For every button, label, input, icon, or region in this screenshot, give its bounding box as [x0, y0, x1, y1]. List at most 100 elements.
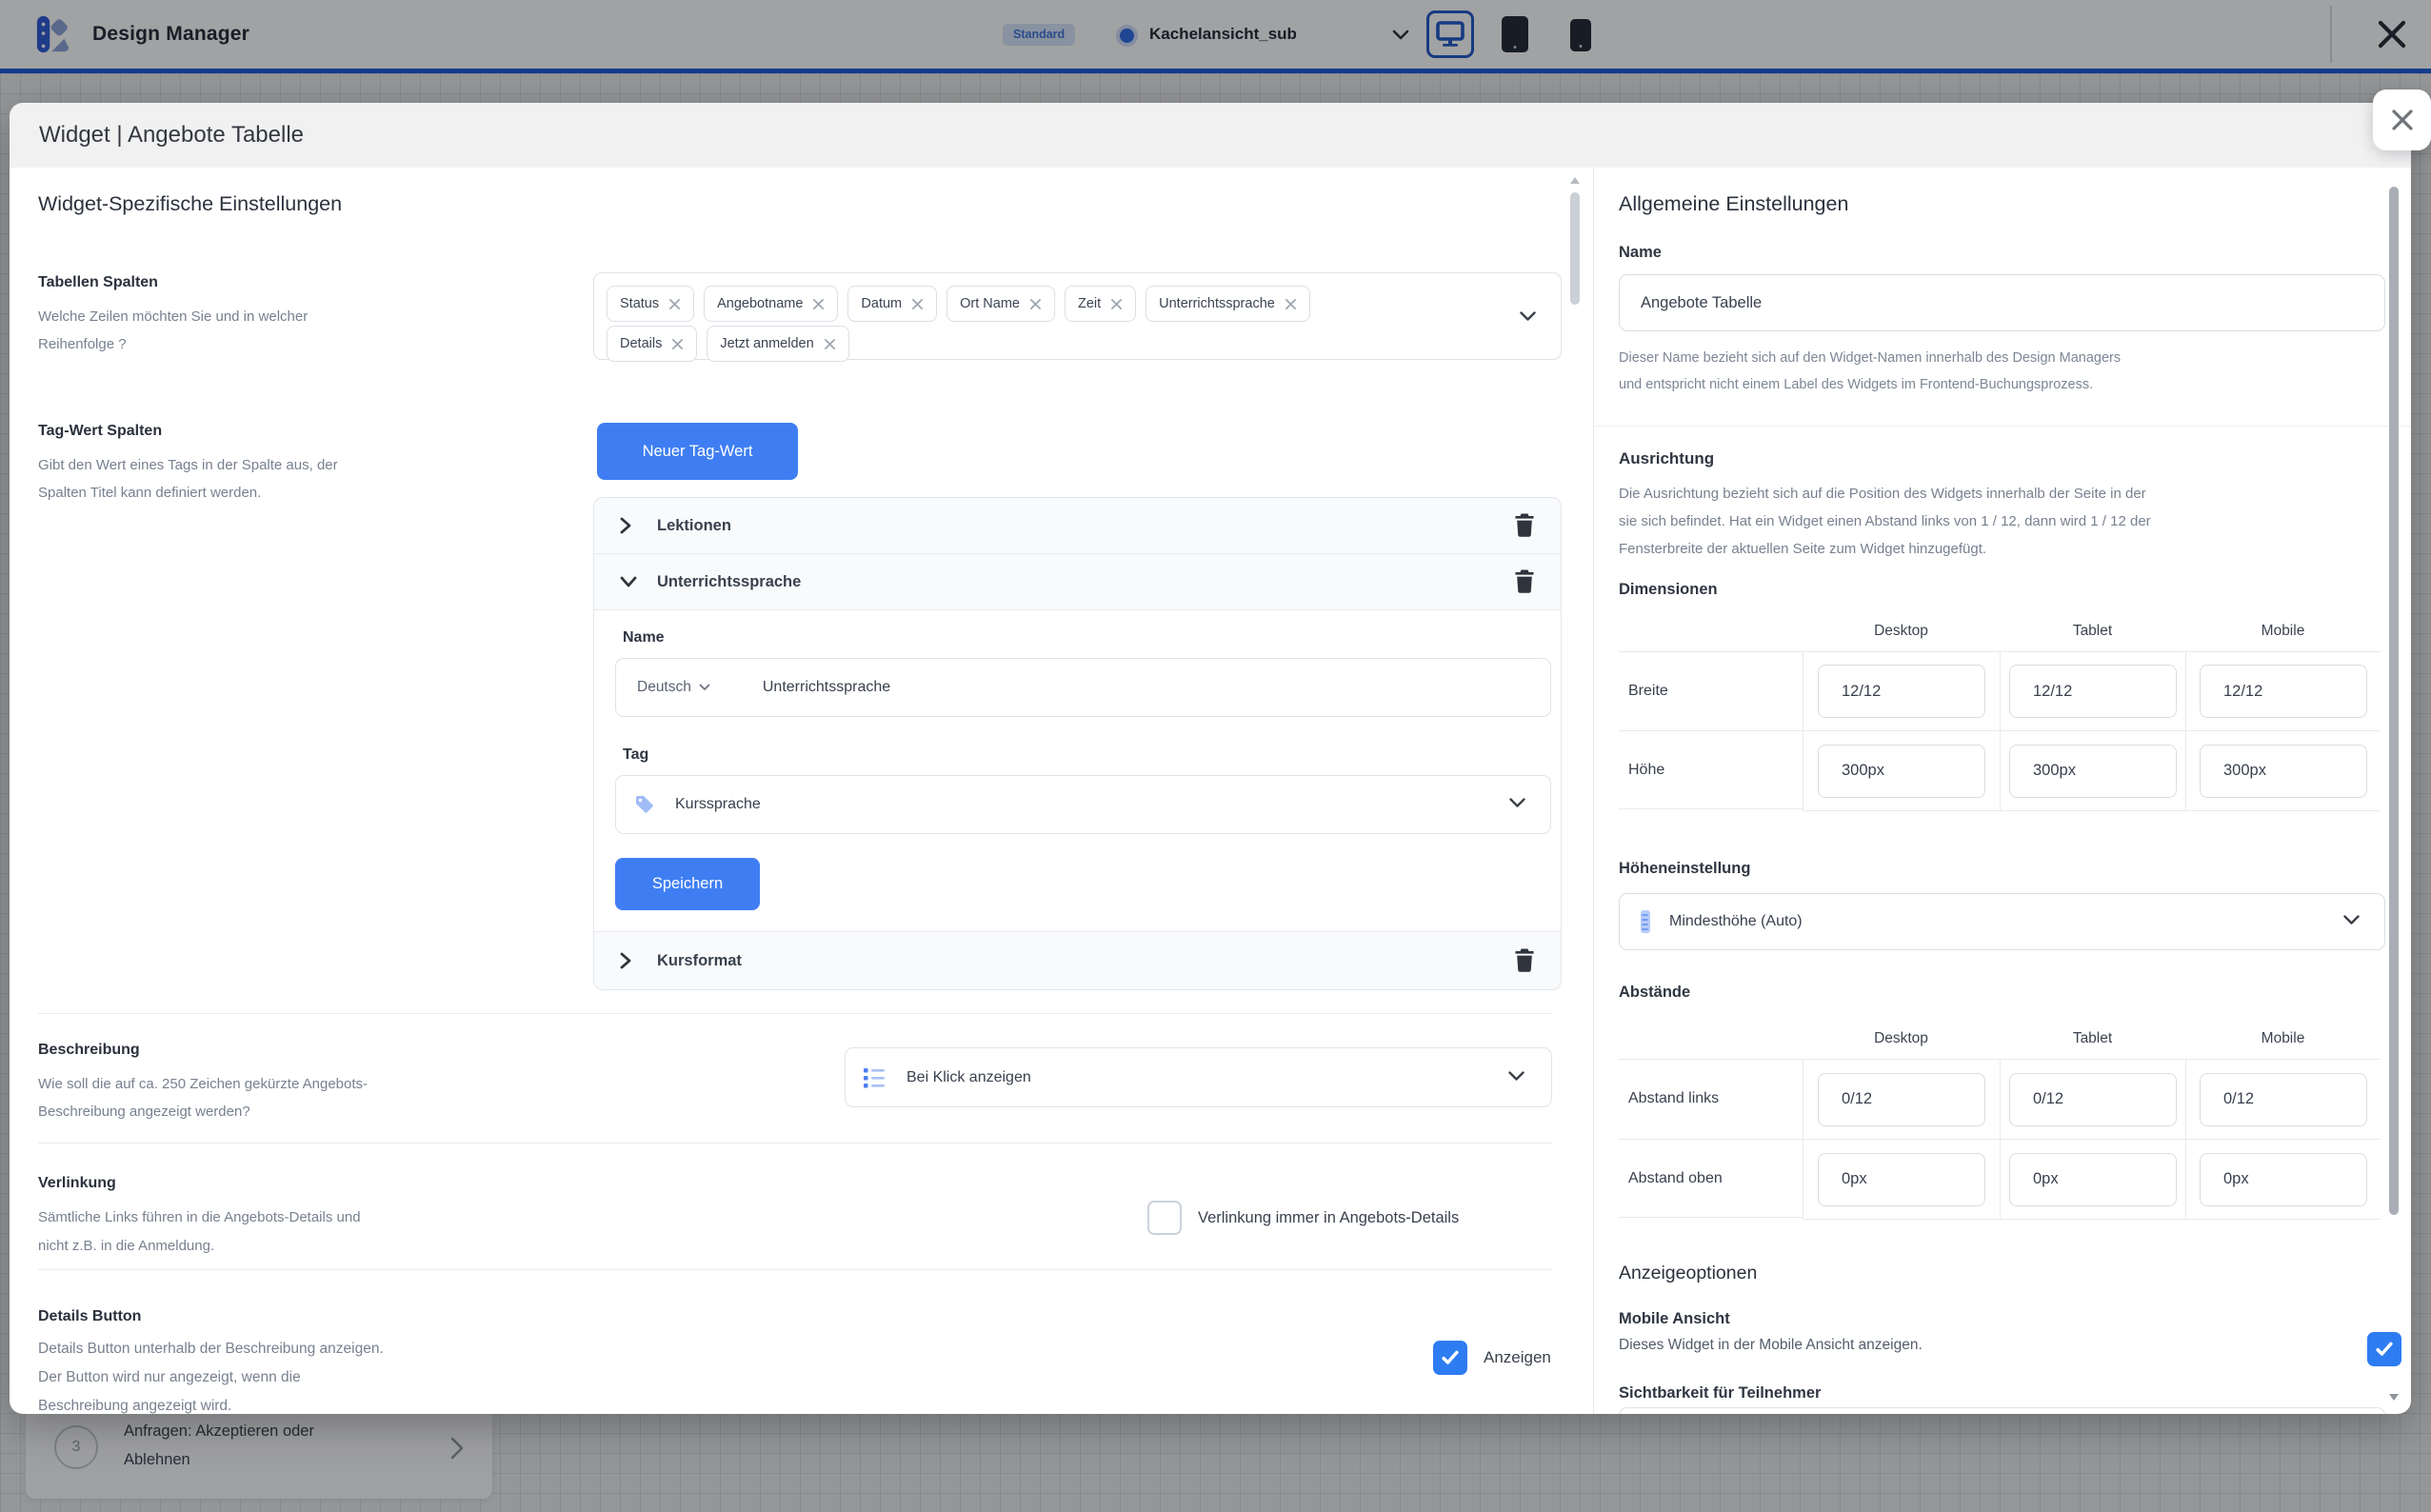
abstand-links-mobile-input[interactable]: 0/12 [2200, 1073, 2367, 1126]
scroll-down-arrow[interactable] [2389, 1394, 2399, 1401]
widget-name-label: Name [1619, 244, 1662, 262]
breite-mobile-input[interactable]: 12/12 [2200, 665, 2367, 718]
right-pane-border [1593, 168, 1594, 1414]
column-chip[interactable]: Angebotname [704, 286, 838, 322]
hoeheneinstellung-value: Mindesthöhe (Auto) [1669, 913, 1803, 930]
row-label-abstand-links: Abstand links [1619, 1059, 1803, 1138]
abstaende-title: Abstände [1619, 984, 1690, 1002]
column-chip[interactable]: Zeit [1065, 286, 1136, 322]
col-header-tablet: Tablet [2000, 1030, 2185, 1059]
save-button[interactable]: Speichern [615, 858, 760, 910]
language-selector[interactable]: Deutsch [637, 679, 710, 696]
accordion-row-lektionen[interactable]: Lektionen [594, 498, 1561, 554]
abstand-links-tablet-input[interactable]: 0/12 [2009, 1073, 2177, 1126]
tag-select[interactable]: Kurssprache [615, 775, 1551, 834]
col-header-desktop: Desktop [1803, 623, 2000, 651]
abstand-oben-tablet-input[interactable]: 0px [2009, 1153, 2177, 1206]
column-chip[interactable]: Details [607, 326, 697, 362]
tag-value-accordion: Lektionen Unterrichtssprache Name Deutsc… [593, 497, 1562, 990]
chevron-right-icon [620, 517, 631, 534]
description-select-value: Bei Klick anzeigen [907, 1069, 1031, 1086]
chevron-down-icon[interactable] [1520, 309, 1536, 327]
mobile-ansicht-title: Mobile Ansicht [1619, 1310, 1730, 1328]
remove-chip-icon[interactable] [1029, 298, 1042, 310]
col-header-tablet: Tablet [2000, 623, 2185, 651]
remove-chip-icon[interactable] [1285, 298, 1297, 310]
delete-trash-icon[interactable] [1513, 568, 1538, 595]
chevron-down-icon [620, 576, 637, 587]
scrollbar-thumb[interactable] [2389, 187, 2399, 1215]
accordion-row-kursformat[interactable]: Kursformat [594, 932, 1561, 989]
delete-trash-icon[interactable] [1513, 947, 1538, 974]
row-label-abstand-oben: Abstand oben [1619, 1139, 1803, 1218]
modal-close-button[interactable] [2373, 90, 2431, 150]
remove-chip-icon[interactable] [824, 338, 836, 350]
name-field-label: Name [623, 629, 665, 647]
widget-settings-modal: Widget | Angebote Tabelle Widget-Spezifi… [10, 103, 2411, 1414]
widget-name-input[interactable]: Angebote Tabelle [1619, 274, 2385, 331]
tag-name-value: Unterrichtssprache [763, 679, 890, 696]
anzeigeoptionen-title: Anzeigeoptionen [1619, 1263, 1757, 1284]
hoehe-tablet-input[interactable]: 300px [2009, 745, 2177, 798]
beschreibung-desc: Wie soll die auf ca. 250 Zeichen gekürzt… [38, 1070, 368, 1125]
hoeheneinstellung-label: Höheneinstellung [1619, 860, 1750, 878]
hoehe-mobile-input[interactable]: 300px [2200, 745, 2367, 798]
chevron-down-icon [2343, 913, 2360, 930]
ruler-icon [1639, 909, 1652, 934]
section-divider [38, 1013, 1552, 1014]
modal-title: Widget | Angebote Tabelle [39, 103, 304, 168]
remove-chip-icon[interactable] [671, 338, 684, 350]
tag-wert-desc: Gibt den Wert eines Tags in der Spalte a… [38, 451, 338, 507]
breite-desktop-input[interactable]: 12/12 [1818, 665, 1985, 718]
dimensionen-title: Dimensionen [1619, 581, 1718, 599]
delete-trash-icon[interactable] [1513, 512, 1538, 539]
left-pane-heading: Widget-Spezifische Einstellungen [38, 192, 342, 216]
breite-tablet-input[interactable]: 12/12 [2009, 665, 2177, 718]
abstand-oben-mobile-input[interactable]: 0px [2200, 1153, 2367, 1206]
remove-chip-icon[interactable] [812, 298, 825, 310]
hoeheneinstellung-select[interactable]: Mindesthöhe (Auto) [1619, 893, 2385, 950]
verlinkung-title: Verlinkung [38, 1175, 116, 1192]
mobile-ansicht-desc: Dieses Widget in der Mobile Ansicht anze… [1619, 1337, 1923, 1354]
column-chip[interactable]: Jetzt anmelden [707, 326, 848, 362]
remove-chip-icon[interactable] [1110, 298, 1123, 310]
sichtbarkeit-title: Sichtbarkeit für Teilnehmer [1619, 1384, 1821, 1403]
anzeigen-checkbox-label: Anzeigen [1484, 1341, 1551, 1375]
widget-name-help: Dieser Name bezieht sich auf den Widget-… [1619, 345, 2121, 398]
right-pane-scrollbar[interactable] [2388, 177, 2400, 1410]
remove-chip-icon[interactable] [668, 298, 681, 310]
tag-value-editor: Name Deutsch Unterrichtssprache Tag Kurs… [594, 610, 1561, 932]
anzeigen-checkbox[interactable] [1433, 1341, 1467, 1375]
abstand-links-desktop-input[interactable]: 0/12 [1818, 1073, 1985, 1126]
accordion-row-unterrichtssprache[interactable]: Unterrichtssprache [594, 554, 1561, 610]
tabellen-spalten-desc: Welche Zeilen möchten Sie und in welcher… [38, 303, 308, 358]
dimensionen-table: Desktop Tablet Mobile Breite 12/12 12/12… [1619, 623, 2381, 811]
table-columns-multiselect[interactable]: Status Angebotname Datum Ort Name Zeit U… [593, 272, 1562, 360]
new-tag-value-button[interactable]: Neuer Tag-Wert [597, 423, 798, 480]
column-chip[interactable]: Unterrichtssprache [1146, 286, 1310, 322]
list-icon [863, 1066, 887, 1089]
scrollbar-thumb[interactable] [1570, 192, 1580, 305]
section-divider [1594, 426, 2411, 427]
column-chip[interactable]: Ort Name [946, 286, 1055, 322]
sichtbarkeit-select-partial[interactable] [1619, 1407, 2385, 1414]
remove-chip-icon[interactable] [911, 298, 924, 310]
verlinkung-checkbox[interactable] [1147, 1201, 1182, 1235]
hoehe-desktop-input[interactable]: 300px [1818, 745, 1985, 798]
abstand-oben-desktop-input[interactable]: 0px [1818, 1153, 1985, 1206]
verlinkung-desc: Sämtliche Links führen in die Angebots-D… [38, 1204, 361, 1261]
chevron-down-icon [699, 684, 710, 691]
row-label-breite: Breite [1619, 651, 1803, 729]
column-chip[interactable]: Status [607, 286, 694, 322]
tag-name-input[interactable]: Deutsch Unterrichtssprache [615, 658, 1551, 717]
right-pane-heading: Allgemeine Einstellungen [1619, 192, 1848, 216]
tag-wert-title: Tag-Wert Spalten [38, 423, 162, 440]
close-icon [2390, 108, 2415, 132]
column-chip[interactable]: Datum [847, 286, 937, 322]
description-display-select[interactable]: Bei Klick anzeigen [845, 1047, 1552, 1107]
ausrichtung-desc: Die Ausrichtung bezieht sich auf die Pos… [1619, 480, 2151, 563]
scroll-up-arrow[interactable] [1570, 177, 1580, 184]
left-pane-scrollbar[interactable] [1569, 177, 1581, 1410]
col-header-desktop: Desktop [1803, 1030, 2000, 1059]
section-divider [38, 1269, 1552, 1270]
